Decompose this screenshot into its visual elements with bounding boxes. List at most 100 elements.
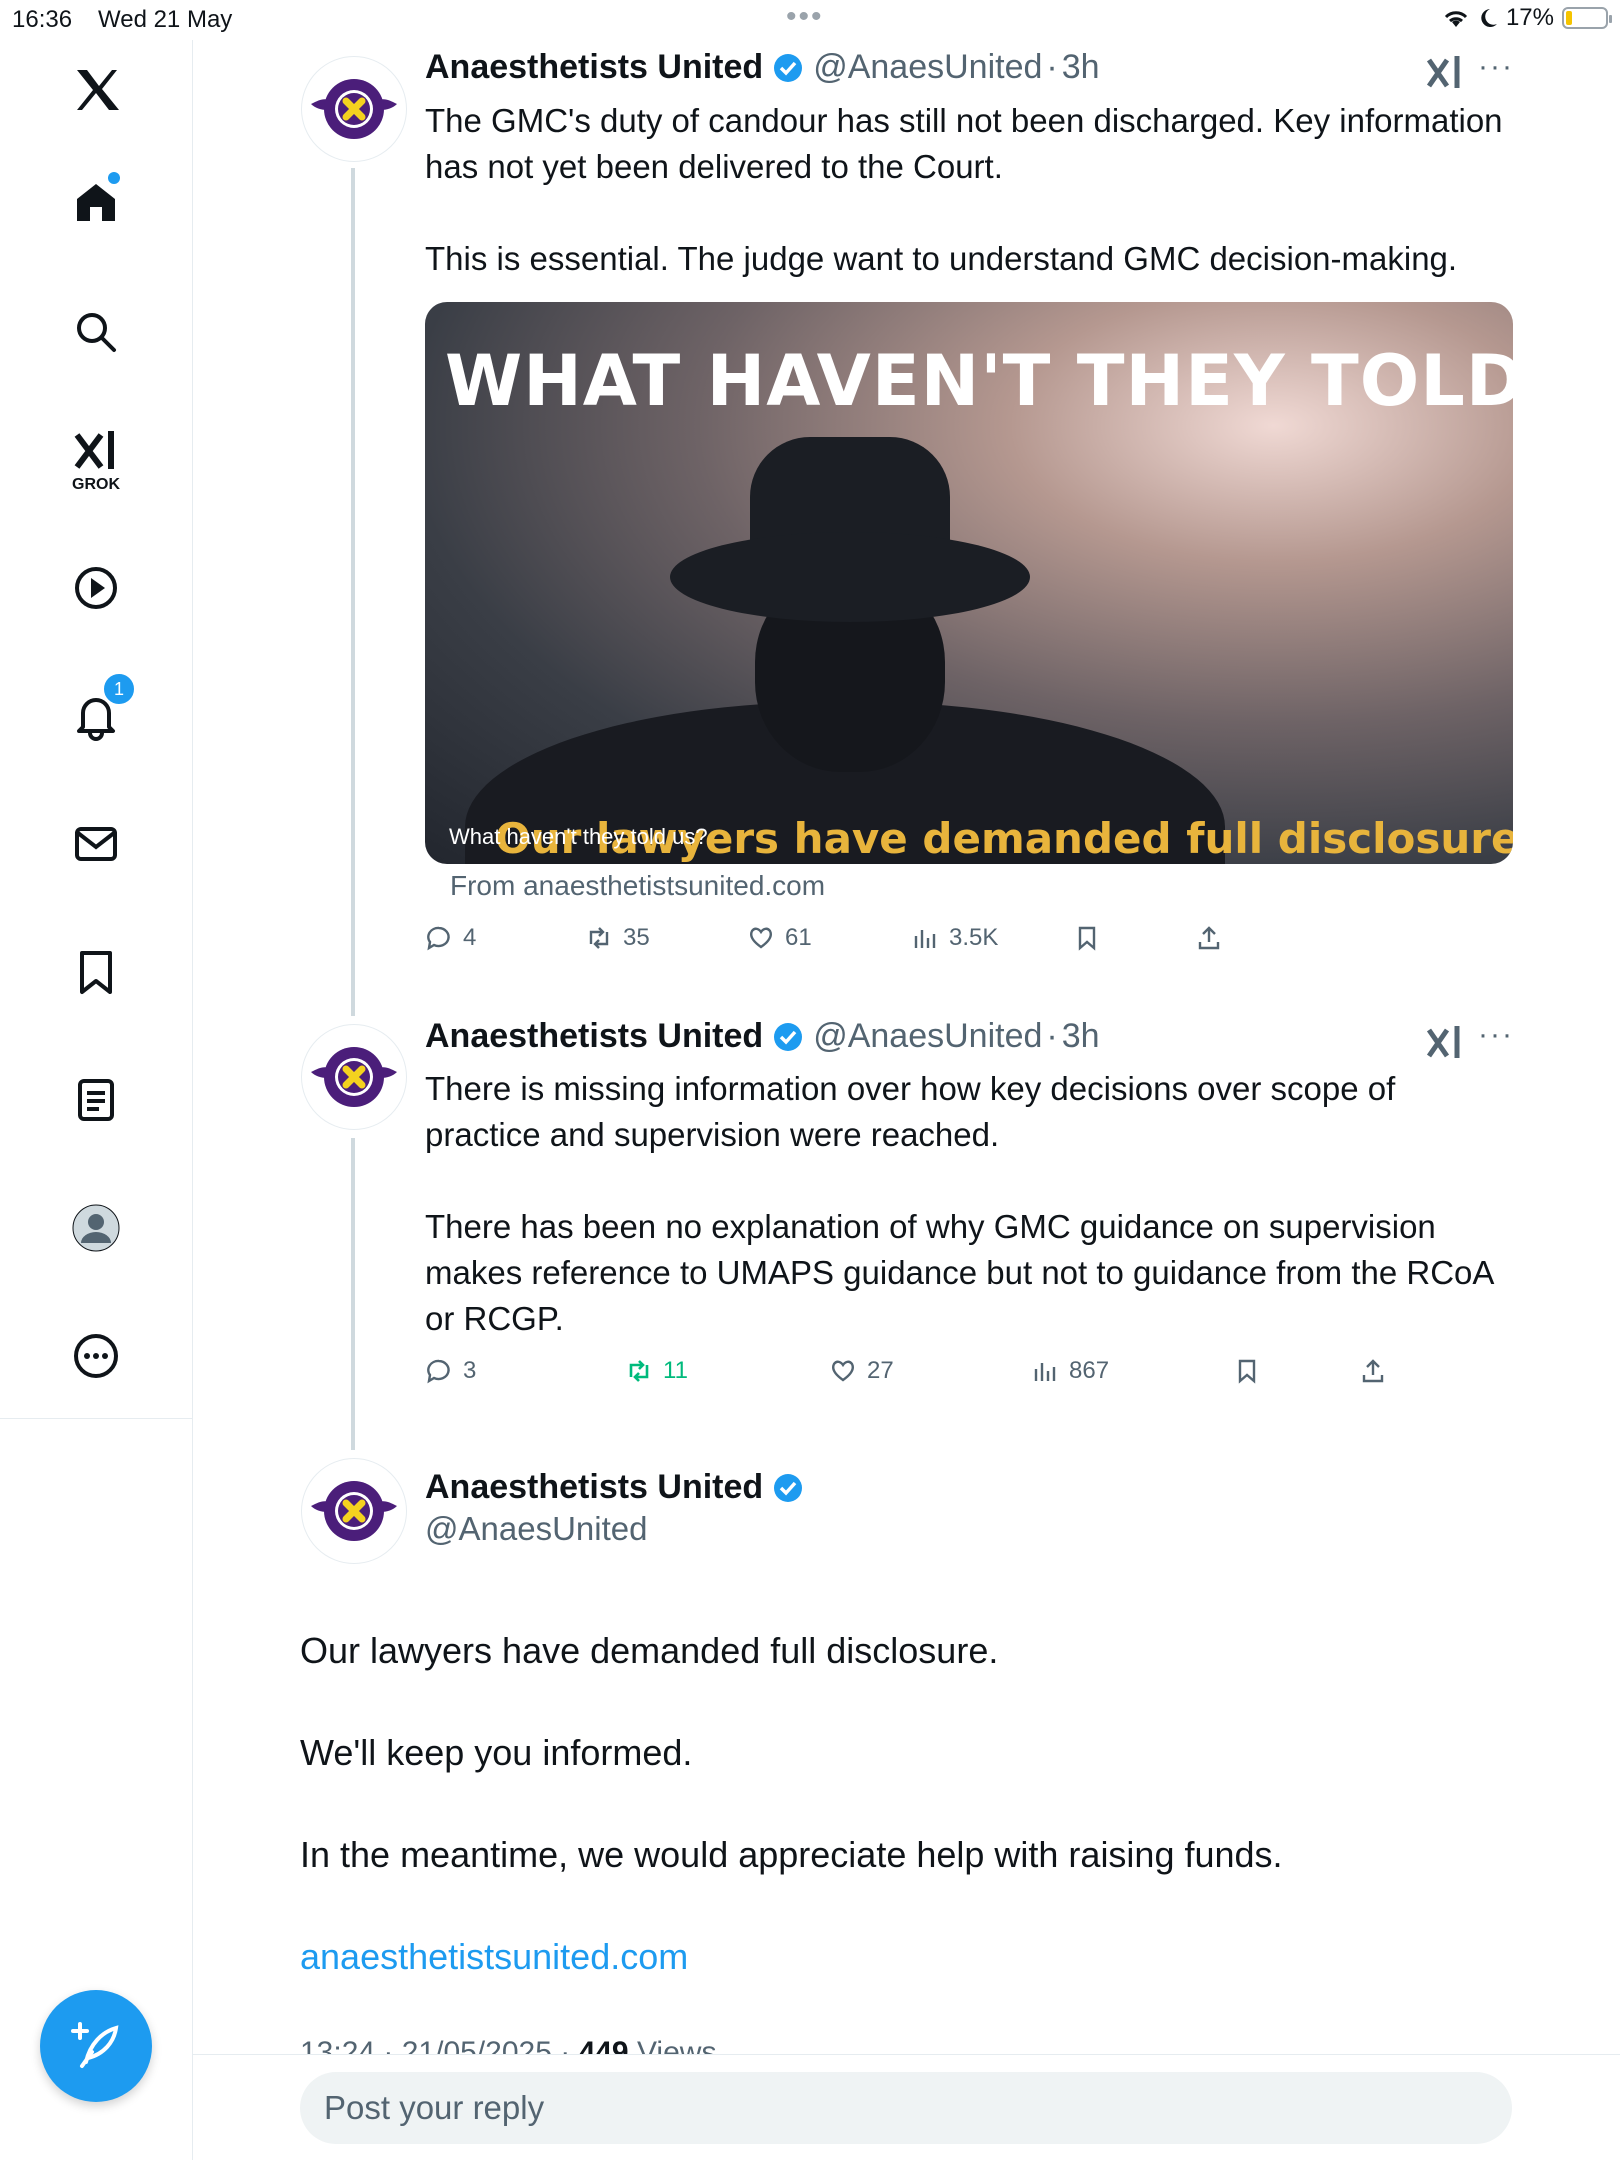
timestamp[interactable]: 3h: [1062, 1017, 1100, 1056]
reply-icon: [427, 1359, 450, 1384]
view-count: 867: [1069, 1357, 1110, 1384]
tweet-paragraph: There is missing information over how ke…: [425, 1070, 1396, 1153]
x-logo-icon[interactable]: [68, 62, 124, 118]
thread-line: [351, 168, 355, 1016]
display-name[interactable]: Anaesthetists United: [425, 48, 763, 87]
status-time: 16:36: [12, 6, 73, 33]
more-options-icon[interactable]: ···: [1478, 1018, 1514, 1052]
tweet-header: Anaesthetists United @AnaesUnited · 3h: [425, 1017, 1100, 1056]
avatar[interactable]: [301, 1458, 407, 1564]
repost-button[interactable]: 35: [585, 924, 650, 952]
repost-count: 35: [623, 924, 650, 951]
thread-line: [351, 1138, 355, 1450]
heart-icon: [831, 1360, 855, 1382]
verified-badge-icon: [774, 53, 803, 82]
status-right: 17%: [1442, 4, 1612, 32]
bookmark-icon: [1238, 1359, 1256, 1384]
like-button[interactable]: 27: [829, 1357, 894, 1385]
tweet-text: There is missing information over how ke…: [425, 1066, 1515, 1342]
home-icon[interactable]: [68, 172, 124, 230]
grok-explain-icon[interactable]: [1425, 1022, 1465, 1062]
like-button[interactable]: 61: [747, 924, 812, 952]
compose-button[interactable]: [40, 1990, 152, 2102]
views-icon: [914, 930, 936, 948]
reply-button[interactable]: 4: [425, 924, 476, 952]
bookmark-button[interactable]: [1073, 924, 1101, 952]
battery-icon: [1562, 7, 1612, 29]
media-caption: What haven't they told us?: [449, 824, 708, 849]
sidebar-divider: [0, 1418, 192, 1419]
view-count: 3.5K: [949, 924, 999, 951]
link-card-image[interactable]: WHAT HAVEN'T THEY TOLD US? Our lawyers h…: [425, 302, 1513, 864]
reply-icon: [427, 926, 450, 951]
multitasking-dots-icon[interactable]: •••: [786, 0, 824, 34]
reply-input[interactable]: Post your reply: [300, 2072, 1512, 2144]
tweet-paragraph: There has been no explanation of why GMC…: [425, 1208, 1493, 1337]
bell-icon[interactable]: 1: [68, 672, 136, 744]
avatar[interactable]: [301, 56, 407, 162]
repost-icon: [589, 927, 609, 949]
more-circle-icon[interactable]: [68, 1328, 124, 1384]
views-icon: [1034, 1363, 1056, 1381]
org-logo-icon: [311, 79, 397, 139]
tweet-link[interactable]: anaesthetistsunited.com: [300, 1936, 688, 1977]
like-count: 61: [785, 924, 812, 951]
share-button[interactable]: [1359, 1357, 1387, 1385]
repost-count: 11: [663, 1357, 688, 1384]
views-button[interactable]: 3.5K: [911, 924, 998, 952]
more-options-icon[interactable]: ···: [1478, 50, 1514, 84]
battery-level: [1566, 11, 1572, 25]
tweet-text: Our lawyers have demanded full disclosur…: [300, 1625, 1500, 2033]
avatar[interactable]: [301, 1024, 407, 1130]
notification-badge: 1: [102, 672, 136, 706]
battery-percent: 17%: [1505, 4, 1554, 31]
tweet-text: The GMC's duty of candour has still not …: [425, 98, 1515, 282]
status-date: Wed 21 May: [98, 6, 233, 33]
bookmark-icon: [1078, 926, 1096, 951]
mail-icon[interactable]: [68, 816, 124, 872]
org-logo-icon: [311, 1481, 397, 1541]
reply-button[interactable]: 3: [425, 1357, 476, 1385]
wifi-icon: [1444, 11, 1468, 27]
avatar-icon[interactable]: [68, 1200, 124, 1256]
handle[interactable]: @AnaesUnited: [813, 48, 1042, 87]
display-name[interactable]: Anaesthetists United: [425, 1017, 763, 1056]
handle[interactable]: @AnaesUnited: [425, 1510, 647, 1548]
sidebar: GROK 1: [0, 40, 193, 1420]
media-headline: WHAT HAVEN'T THEY TOLD US?: [445, 340, 1513, 422]
search-icon[interactable]: [68, 304, 124, 360]
home-new-dot: [108, 172, 120, 184]
bookmark-button[interactable]: [1233, 1357, 1261, 1385]
article-icon[interactable]: [68, 1072, 124, 1128]
views-button[interactable]: 867: [1031, 1357, 1109, 1385]
tweet-header: Anaesthetists United @AnaesUnited · 3h: [425, 48, 1100, 87]
tweet-paragraph: The GMC's duty of candour has still not …: [425, 102, 1503, 185]
like-count: 27: [867, 1357, 894, 1384]
tweet-actions: 4 35 61 3.5K: [425, 924, 1325, 964]
grok-icon[interactable]: [68, 422, 124, 478]
org-logo-icon: [311, 1047, 397, 1107]
separator: ·: [1046, 1017, 1058, 1055]
heart-icon: [749, 927, 773, 949]
share-button[interactable]: [1195, 924, 1223, 952]
separator: ·: [1046, 48, 1058, 86]
display-name[interactable]: Anaesthetists United: [425, 1468, 813, 1507]
repost-button[interactable]: 11: [625, 1357, 688, 1385]
grok-explain-icon[interactable]: [1425, 52, 1465, 92]
link-source[interactable]: From anaesthetistsunited.com: [450, 870, 825, 902]
tweet-paragraph: This is essential. The judge want to und…: [425, 240, 1458, 277]
share-icon: [1362, 1359, 1384, 1383]
timestamp[interactable]: 3h: [1062, 48, 1100, 87]
tweet-paragraph: Our lawyers have demanded full disclosur…: [300, 1630, 999, 1671]
repost-icon: [629, 1360, 649, 1382]
moon-icon: [1481, 9, 1497, 27]
reply-count: 4: [463, 924, 477, 951]
bookmark-icon[interactable]: [68, 944, 124, 1000]
verified-badge-icon: [774, 1022, 803, 1051]
reply-count: 3: [463, 1357, 477, 1384]
display-name-text: Anaesthetists United: [425, 1468, 764, 1506]
play-icon[interactable]: [68, 560, 124, 616]
handle[interactable]: @AnaesUnited: [813, 1017, 1042, 1056]
verified-badge-icon: [774, 1473, 803, 1502]
tweet-paragraph: In the meantime, we would appreciate hel…: [300, 1834, 1283, 1875]
